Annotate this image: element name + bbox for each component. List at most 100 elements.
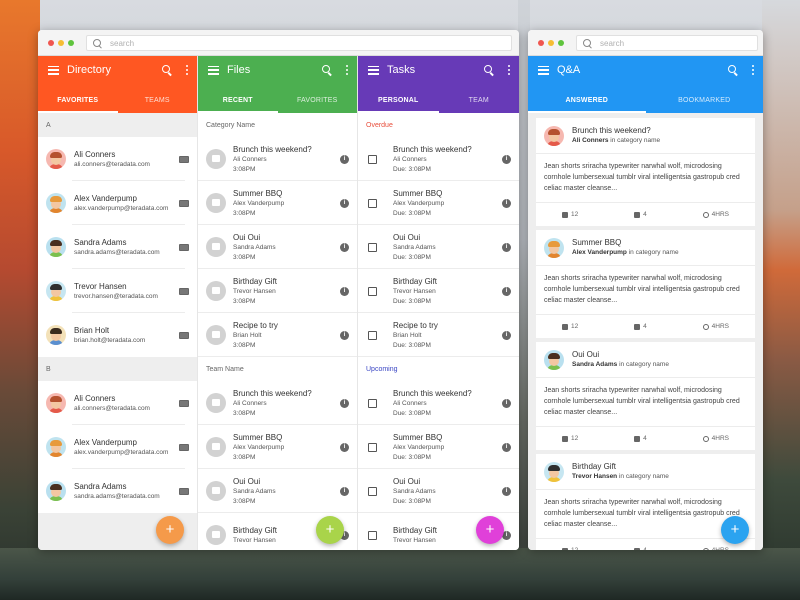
- info-icon[interactable]: i: [340, 398, 349, 408]
- more-vert-icon[interactable]: [752, 65, 755, 75]
- menu-icon[interactable]: [538, 65, 549, 75]
- add-question-button[interactable]: +: [721, 516, 749, 544]
- close-window-button[interactable]: [538, 40, 544, 46]
- contact-row[interactable]: Ali Conners ali.conners@teradata.com: [38, 381, 197, 425]
- task-row[interactable]: Recipe to try Brian Holt Due: 3:08PM i: [358, 313, 519, 357]
- add-task-button[interactable]: +: [476, 516, 504, 544]
- file-row[interactable]: Birthday Gift Trevor Hansen 3:08PM i: [198, 269, 357, 313]
- tab-answered[interactable]: ANSWERED: [528, 91, 646, 113]
- task-row[interactable]: Oui Oui Sandra Adams Due: 3:08PM i: [358, 469, 519, 513]
- contact-row[interactable]: Sandra Adams sandra.adams@teradata.com: [38, 225, 197, 269]
- contact-row[interactable]: Brian Holt brian.holt@teradata.com: [38, 313, 197, 357]
- info-icon[interactable]: i: [502, 242, 511, 252]
- task-checkbox[interactable]: [368, 198, 377, 208]
- info-icon[interactable]: i: [502, 154, 511, 164]
- file-row[interactable]: Brunch this weekend? Ali Conners 3:08PM i: [198, 137, 357, 181]
- file-row[interactable]: Summer BBQ Alex Vanderpump 3:08PM i: [198, 181, 357, 225]
- maximize-window-button[interactable]: [558, 40, 564, 46]
- question-card[interactable]: Oui Oui Sandra Adams in category name Jean…: [536, 342, 755, 450]
- tab-recent[interactable]: RECENT: [198, 91, 278, 113]
- add-file-button[interactable]: +: [316, 516, 344, 544]
- likes-count[interactable]: 12: [562, 323, 578, 330]
- contact-row[interactable]: Ali Conners ali.conners@teradata.com: [38, 137, 197, 181]
- browser-search-bar[interactable]: search: [576, 35, 758, 51]
- menu-icon[interactable]: [208, 65, 219, 75]
- minimize-window-button[interactable]: [548, 40, 554, 46]
- likes-count[interactable]: 12: [562, 547, 578, 550]
- file-row[interactable]: Oui Oui Sandra Adams 3:08PM i: [198, 225, 357, 269]
- task-checkbox[interactable]: [368, 530, 377, 540]
- comments-count[interactable]: 4: [634, 435, 647, 442]
- task-row[interactable]: Birthday Gift Trevor Hansen Due: 3:08PM i: [358, 269, 519, 313]
- task-row[interactable]: Brunch this weekend? Ali Conners Due: 3:08…: [358, 137, 519, 181]
- mail-icon[interactable]: [179, 199, 189, 207]
- task-row[interactable]: Summer BBQ Alex Vanderpump Due: 3:08PM i: [358, 425, 519, 469]
- more-vert-icon[interactable]: [346, 65, 349, 75]
- info-icon[interactable]: i: [502, 486, 511, 496]
- contact-row[interactable]: Alex Vanderpump alex.vanderpump@teradata.…: [38, 425, 197, 469]
- info-icon[interactable]: i: [340, 486, 349, 496]
- info-icon[interactable]: i: [502, 198, 511, 208]
- tab-favorites[interactable]: FAVORITES: [278, 91, 358, 113]
- tab-teams[interactable]: TEAMS: [118, 91, 198, 113]
- search-icon[interactable]: [162, 65, 172, 75]
- more-vert-icon[interactable]: [508, 65, 511, 75]
- mail-icon[interactable]: [179, 243, 189, 251]
- comments-count[interactable]: 4: [634, 323, 647, 330]
- info-icon[interactable]: i: [502, 286, 511, 296]
- tab-team[interactable]: TEAM: [439, 91, 520, 113]
- tab-bookmarked[interactable]: BOOKMARKED: [646, 91, 764, 113]
- info-icon[interactable]: i: [340, 198, 349, 208]
- tab-personal[interactable]: PERSONAL: [358, 91, 439, 113]
- menu-icon[interactable]: [48, 65, 59, 75]
- mail-icon[interactable]: [179, 487, 189, 495]
- search-icon[interactable]: [322, 65, 332, 75]
- file-row[interactable]: Recipe to try Brian Holt 3:08PM i: [198, 313, 357, 357]
- contact-row[interactable]: Trevor Hansen trevor.hansen@teradata.com: [38, 269, 197, 313]
- comments-count[interactable]: 4: [634, 547, 647, 550]
- browser-search-bar[interactable]: search: [86, 35, 512, 51]
- info-icon[interactable]: i: [340, 442, 349, 452]
- task-row[interactable]: Summer BBQ Alex Vanderpump Due: 3:08PM i: [358, 181, 519, 225]
- task-row[interactable]: Brunch this weekend? Ali Conners Due: 3:08…: [358, 381, 519, 425]
- info-icon[interactable]: i: [340, 330, 349, 340]
- likes-count[interactable]: 12: [562, 211, 578, 218]
- info-icon[interactable]: i: [502, 330, 511, 340]
- maximize-window-button[interactable]: [68, 40, 74, 46]
- search-icon[interactable]: [728, 65, 738, 75]
- task-row[interactable]: Oui Oui Sandra Adams Due: 3:08PM i: [358, 225, 519, 269]
- comments-count[interactable]: 4: [634, 211, 647, 218]
- info-icon[interactable]: i: [340, 286, 349, 296]
- tab-favorites[interactable]: FAVORITES: [38, 91, 118, 113]
- task-checkbox[interactable]: [368, 398, 377, 408]
- mail-icon[interactable]: [179, 331, 189, 339]
- info-icon[interactable]: i: [502, 442, 511, 452]
- task-checkbox[interactable]: [368, 286, 377, 296]
- task-checkbox[interactable]: [368, 330, 377, 340]
- mail-icon[interactable]: [179, 287, 189, 295]
- mail-icon[interactable]: [179, 443, 189, 451]
- more-vert-icon[interactable]: [186, 65, 189, 75]
- menu-icon[interactable]: [368, 65, 379, 75]
- search-icon[interactable]: [484, 65, 494, 75]
- mail-icon[interactable]: [179, 399, 189, 407]
- close-window-button[interactable]: [48, 40, 54, 46]
- task-checkbox[interactable]: [368, 486, 377, 496]
- add-contact-button[interactable]: +: [156, 516, 184, 544]
- contact-row[interactable]: Sandra Adams sandra.adams@teradata.com: [38, 469, 197, 513]
- file-row[interactable]: Brunch this weekend? Ali Conners 3:08PM i: [198, 381, 357, 425]
- question-card[interactable]: Brunch this weekend? Ali Conners in categ…: [536, 118, 755, 226]
- file-row[interactable]: Summer BBQ Alex Vanderpump 3:08PM i: [198, 425, 357, 469]
- mail-icon[interactable]: [179, 155, 189, 163]
- file-row[interactable]: Oui Oui Sandra Adams 3:08PM i: [198, 469, 357, 513]
- info-icon[interactable]: i: [340, 242, 349, 252]
- likes-count[interactable]: 12: [562, 435, 578, 442]
- question-card[interactable]: Summer BBQ Alex Vanderpump in category na…: [536, 230, 755, 338]
- minimize-window-button[interactable]: [58, 40, 64, 46]
- task-checkbox[interactable]: [368, 242, 377, 252]
- info-icon[interactable]: i: [502, 398, 511, 408]
- task-checkbox[interactable]: [368, 154, 377, 164]
- contact-row[interactable]: Alex Vanderpump alex.vanderpump@teradata.…: [38, 181, 197, 225]
- task-checkbox[interactable]: [368, 442, 377, 452]
- info-icon[interactable]: i: [340, 154, 349, 164]
